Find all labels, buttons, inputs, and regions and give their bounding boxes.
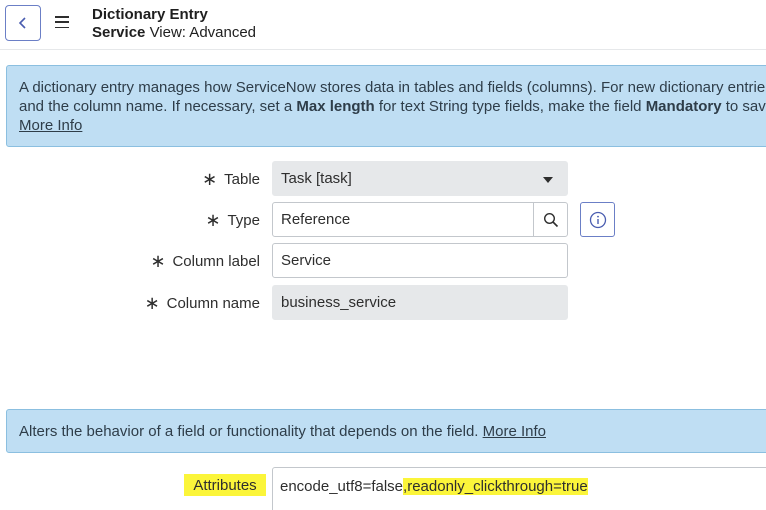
back-button[interactable]: [5, 5, 41, 41]
page-title: Dictionary Entry: [92, 6, 208, 23]
record-name: Service: [92, 24, 146, 41]
type-label: ∗ Type: [205, 209, 260, 230]
attributes-more-info-link[interactable]: More Info: [483, 423, 546, 440]
more-info-link[interactable]: More Info: [19, 117, 82, 134]
chevron-left-icon: [18, 17, 26, 29]
column-label-label: ∗ Column label: [150, 250, 260, 271]
search-button[interactable]: [533, 202, 568, 237]
info-button[interactable]: [580, 202, 615, 237]
attributes-info-message: Alters the behavior of a field or functi…: [6, 409, 766, 453]
hamburger-menu-icon[interactable]: [55, 16, 69, 28]
table-label: ∗ Table: [202, 168, 260, 189]
view-label: View: Advanced: [149, 24, 257, 41]
required-icon: ∗: [205, 209, 221, 230]
attributes-label: Attributes: [184, 474, 266, 496]
caret-down-icon: [543, 177, 553, 183]
search-icon: [543, 212, 558, 227]
table-select[interactable]: Task [task]: [272, 161, 568, 196]
required-icon: ∗: [150, 250, 166, 271]
column-label-input[interactable]: Service: [272, 243, 568, 278]
page-subtitle: Service View: Advanced: [92, 24, 256, 41]
dictionary-info-message: A dictionary entry manages how ServiceNo…: [6, 65, 766, 147]
required-icon: ∗: [202, 168, 218, 189]
table-row: ∗ Table Task [task]: [0, 161, 766, 197]
form-header: Dictionary Entry Service View: Advanced: [0, 0, 766, 50]
required-icon: ∗: [144, 292, 160, 313]
column-name-row: ∗ Column name business_service: [0, 285, 766, 321]
column-label-row: ∗ Column label Service: [0, 243, 766, 279]
highlighted-attribute: ,readonly_clickthrough=true: [403, 478, 588, 495]
type-reference-input[interactable]: Reference: [272, 202, 534, 237]
type-row: ∗ Type Reference: [0, 202, 766, 238]
attributes-input[interactable]: encode_utf8=false,readonly_clickthrough=…: [272, 467, 766, 510]
info-line-2: and the column name. If necessary, set a…: [19, 98, 766, 115]
info-icon: [589, 211, 606, 228]
info-line-1: A dictionary entry manages how ServiceNo…: [19, 79, 766, 96]
column-name-input: business_service: [272, 285, 568, 320]
column-name-label: ∗ Column name: [144, 292, 260, 313]
